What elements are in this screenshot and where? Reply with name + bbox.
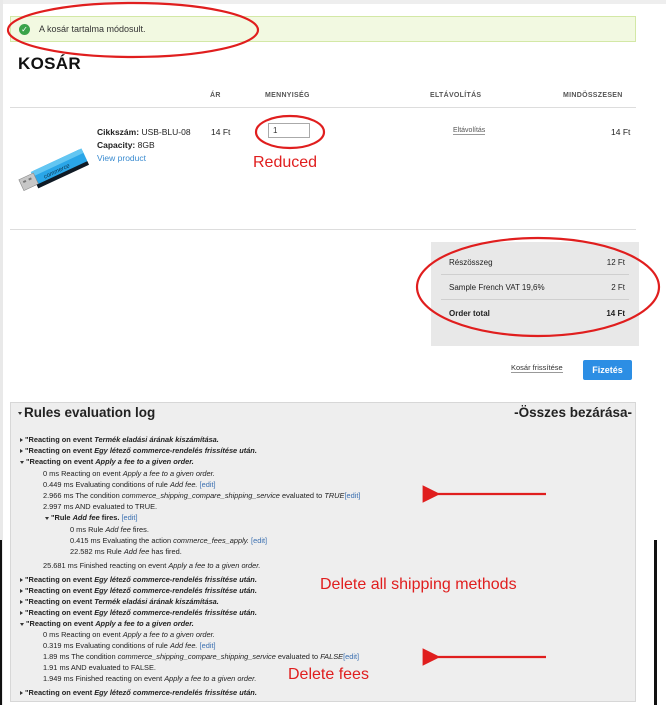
collapse-arrow-icon [20,460,24,464]
expand-arrow-icon [20,578,23,583]
item-price: 14 Ft [211,127,231,137]
collapse-arrow-icon [20,622,24,626]
window-edge [0,540,2,705]
log-line: 22.582 ms Rule Add fee has fired. [70,547,182,556]
quantity-input[interactable]: 1 [268,123,310,138]
log-entry[interactable]: "Reacting on event Apply a fee to a give… [20,457,194,466]
order-totals: Részösszeg 12 Ft Sample French VAT 19,6%… [431,242,639,346]
expand-arrow-icon [20,611,23,616]
order-total-value: 14 Ft [606,309,625,318]
log-line: 1.91 ms AND evaluated to FALSE. [43,663,156,672]
log-entry[interactable]: "Rule Add fee fires. [edit] [45,513,138,522]
collapse-all-link[interactable]: -Összes bezárása- [514,405,632,420]
update-cart-button[interactable]: Kosár frissítése [511,363,563,373]
log-line: 0 ms Reacting on event Apply a fee to a … [43,630,215,639]
header-price: ÁR [210,92,221,99]
header-quantity: MENNYISÉG [265,92,310,99]
window-edge [654,540,657,705]
item-sku-label: Cikkszám: [97,127,140,137]
checkout-button[interactable]: Fizetés [583,360,632,380]
log-line: 0.449 ms Evaluating conditions of rule A… [43,480,216,489]
edit-link[interactable]: [edit] [251,536,267,545]
header-total: MINDÖSSZESEN [563,92,623,99]
expand-arrow-icon [20,589,23,594]
log-entry[interactable]: "Reacting on event Apply a fee to a give… [20,619,194,628]
log-entry[interactable]: "Reacting on event Egy létező commerce-r… [20,688,257,697]
log-line: 1.949 ms Finished reacting on event Appl… [43,674,257,683]
view-product-link[interactable]: View product [97,153,146,163]
usb-flash-drive-icon: commerce [18,148,90,192]
expand-arrow-icon [20,438,23,443]
page-title: KOSÁR [18,54,81,73]
log-line: 0.319 ms Evaluating conditions of rule A… [43,641,216,650]
log-entry[interactable]: "Reacting on event Termék eladási árának… [20,435,219,444]
annotation-delete-shipping: Delete all shipping methods [320,576,517,593]
log-entry[interactable]: "Reacting on event Egy létező commerce-r… [20,586,257,595]
log-entry[interactable]: "Reacting on event Egy létező commerce-r… [20,575,257,584]
item-capacity: Capacity: 8GB [97,140,155,150]
collapse-arrow-icon [45,516,49,520]
log-line: 2.966 ms The condition commerce_shipping… [43,491,361,500]
vat-row: Sample French VAT 19,6% 2 Ft [449,283,625,292]
expand-arrow-icon [20,449,23,454]
annotation-delete-fees: Delete fees [288,666,369,683]
remove-button[interactable]: Eltávolítás [453,127,486,135]
subtotal-label: Részösszeg [449,258,493,267]
item-capacity-value: 8GB [137,140,155,150]
expand-arrow-icon [20,691,23,696]
collapse-arrow-icon [18,411,22,415]
rules-log-title[interactable]: Rules evaluation log [18,405,155,420]
vat-value: 2 Ft [611,283,625,292]
log-line: 0 ms Reacting on event Apply a fee to a … [43,469,215,478]
log-entry[interactable]: "Reacting on event Egy létező commerce-r… [20,608,257,617]
status-message: ✓ A kosár tartalma módosult. [10,16,636,42]
item-sku-value: USB-BLU-08 [141,127,191,137]
rules-log-title-text: Rules evaluation log [24,405,156,420]
edit-link[interactable]: [edit] [200,480,216,489]
edit-link[interactable]: [edit] [200,641,216,650]
edit-link[interactable]: [edit] [344,491,360,500]
log-entry[interactable]: "Reacting on event Termék eladási árának… [20,597,219,606]
totals-divider [441,299,629,300]
subtotal-value: 12 Ft [606,258,625,267]
annotation-reduced: Reduced [253,154,318,171]
expand-arrow-icon [20,600,23,605]
header-divider [10,107,636,108]
check-icon: ✓ [19,23,30,35]
vat-label: Sample French VAT 19,6% [449,283,545,292]
log-line: 0 ms Rule Add fee fires. [70,525,149,534]
edit-link[interactable]: [edit] [121,513,137,522]
log-line: 2.997 ms AND evaluated to TRUE. [43,502,158,511]
edit-link[interactable]: [edit] [343,652,359,661]
order-total-row: Order total 14 Ft [449,309,625,318]
subtotal-row: Részösszeg 12 Ft [449,258,625,267]
order-total-label: Order total [449,309,490,318]
item-total: 14 Ft [611,127,631,137]
log-line: 1.89 ms The condition commerce_shipping_… [43,652,360,661]
item-sku: Cikkszám: USB-BLU-08 [97,127,191,137]
item-capacity-label: Capacity: [97,140,136,150]
header-remove: ELTÁVOLÍTÁS [430,92,482,99]
log-entry[interactable]: "Reacting on event Egy létező commerce-r… [20,446,257,455]
log-line: 25.681 ms Finished reacting on event App… [43,561,261,570]
status-message-text: A kosár tartalma módosult. [39,24,146,34]
totals-divider [441,274,629,275]
page-top-border [0,0,666,4]
row-divider [10,229,636,230]
log-line: 0.415 ms Evaluating the action commerce_… [70,536,268,545]
